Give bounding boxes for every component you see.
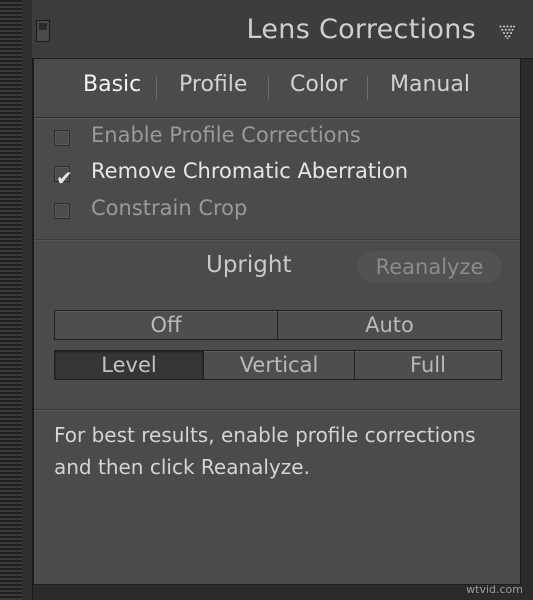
panel-gutter: [22, 0, 33, 600]
triangle-down-icon[interactable]: [499, 25, 515, 39]
tab-manual[interactable]: Manual: [390, 72, 470, 97]
checkbox-label: Enable Profile Corrections: [91, 123, 361, 147]
panel-switch-icon[interactable]: [36, 20, 50, 42]
section-divider: [34, 409, 520, 410]
tab-bar: Basic Profile Color Manual: [34, 59, 520, 118]
upright-level-button[interactable]: Level: [54, 350, 204, 380]
upright-full-button[interactable]: Full: [354, 350, 502, 380]
checkbox-label: Constrain Crop: [91, 196, 248, 220]
panel-header[interactable]: Lens Corrections: [32, 0, 533, 59]
section-divider: [34, 239, 520, 240]
reanalyze-button[interactable]: Reanalyze: [357, 251, 502, 283]
remove-chromatic-aberration-checkbox[interactable]: ✔: [54, 166, 73, 190]
checkbox-label: Remove Chromatic Aberration: [91, 159, 409, 183]
info-text: For best results, enable profile correct…: [54, 423, 476, 479]
tab-profile[interactable]: Profile: [179, 72, 247, 97]
upright-label: Upright: [206, 252, 292, 278]
lens-corrections-panel: Basic Profile Color Manual Enable Profil…: [33, 58, 521, 585]
tab-separator: [367, 76, 368, 100]
upright-vertical-button[interactable]: Vertical: [203, 350, 355, 380]
checkmark-icon: ✔: [56, 166, 73, 190]
watermark: wtvid.com: [466, 583, 523, 596]
tab-basic[interactable]: Basic: [83, 72, 141, 97]
enable-profile-corrections-checkbox[interactable]: [54, 130, 70, 146]
panel-title: Lens Corrections: [246, 14, 476, 45]
tab-separator: [156, 76, 157, 100]
tab-color[interactable]: Color: [290, 72, 347, 97]
constrain-crop-checkbox[interactable]: [54, 203, 70, 219]
scrollbar-strip[interactable]: [0, 0, 23, 600]
upright-off-button[interactable]: Off: [54, 310, 278, 340]
upright-auto-button[interactable]: Auto: [277, 310, 502, 340]
tab-separator: [268, 76, 269, 100]
